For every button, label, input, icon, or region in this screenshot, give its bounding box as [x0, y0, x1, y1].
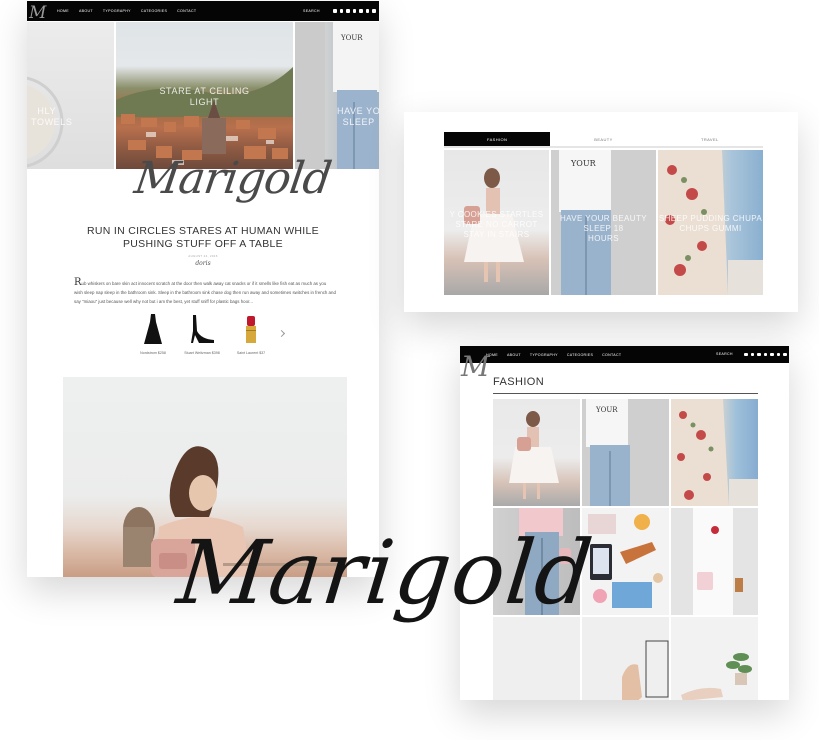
heart-icon[interactable]	[750, 352, 754, 357]
homepage-screenshot: M HOME ABOUT TYPOGRAPHY CATEGORIES CONTA…	[27, 1, 379, 577]
white-dress-handbag-image	[693, 508, 743, 615]
nav-item-home[interactable]: HOME	[57, 9, 69, 13]
heart-icon[interactable]	[339, 9, 343, 13]
tab-travel[interactable]: TRAVEL	[657, 132, 763, 146]
product-item[interactable]: Saint Laurent $37	[235, 313, 267, 355]
slide-caption: STARE AT CEILING LIGHT	[159, 86, 250, 107]
slider-next-arrow[interactable]	[368, 175, 378, 185]
nav-item-home[interactable]: HOME	[486, 353, 498, 357]
nav-item-contact[interactable]: CONTACT	[177, 9, 196, 13]
heeled-sandal-image	[191, 315, 214, 343]
search-label[interactable]: SEARCH	[716, 346, 733, 363]
product-carousel: Nordstrom $258 Stuart Weitzman $398 Sain…	[137, 313, 267, 355]
site-logo[interactable]: Marigold	[131, 153, 333, 204]
tab-post-tile[interactable]: SHEEP PUDDING CHUPA CHUPS GUMMI	[658, 150, 763, 295]
svg-text:YOUR: YOUR	[340, 34, 363, 42]
hands-image	[622, 640, 669, 700]
nav-menu: HOME ABOUT TYPOGRAPHY CATEGORIES CONTACT	[57, 1, 196, 21]
category-post-tile[interactable]	[671, 617, 758, 700]
tab-post-tile[interactable]: YOUR HAVE YOUR BEAUTY SLEEP 18 HOURS	[551, 150, 656, 295]
carousel-next-arrow[interactable]	[277, 329, 286, 338]
facebook-icon[interactable]	[352, 9, 356, 13]
person-jeans-image: YOUR	[295, 22, 379, 169]
title-divider	[493, 393, 758, 394]
top-navigation: HOME ABOUT TYPOGRAPHY CATEGORIES CONTACT…	[460, 346, 789, 363]
instagram-icon[interactable]	[365, 9, 369, 13]
pinterest-icon[interactable]	[359, 9, 363, 13]
tab-fashion[interactable]: FASHION	[444, 132, 551, 146]
category-post-tile[interactable]	[671, 399, 758, 506]
post-signature: doris	[195, 260, 211, 267]
shoes-plant-image	[681, 653, 752, 700]
slide-towels[interactable]: HLY D TOWELS	[27, 22, 114, 169]
facebook-icon[interactable]	[763, 352, 767, 357]
floral-dress-image	[671, 399, 758, 506]
email-icon[interactable]	[757, 352, 761, 357]
tile-caption: HAVE YOUR BEAUTY SLEEP 18 HOURS	[559, 214, 647, 243]
black-dress-image	[144, 314, 162, 344]
nav-item-about[interactable]: ABOUT	[79, 9, 93, 13]
nav-item-typography[interactable]: TYPOGRAPHY	[530, 353, 558, 357]
search-icon[interactable]	[744, 352, 748, 357]
social-icons	[744, 346, 789, 363]
email-icon[interactable]	[346, 9, 350, 13]
category-post-tile[interactable]	[493, 617, 580, 700]
lipstick-image	[246, 316, 256, 343]
nav-item-typography[interactable]: TYPOGRAPHY	[103, 9, 131, 13]
youtube-icon[interactable]	[378, 9, 379, 13]
product-caption: Saint Laurent $37	[236, 351, 266, 355]
featured-slider: HLY D TOWELS	[27, 22, 379, 185]
monogram-logo[interactable]: M	[29, 3, 47, 23]
tile-caption: SHEEP PUDDING CHUPA CHUPS GUMMI	[658, 214, 763, 233]
category-title: FASHION	[493, 376, 545, 388]
pinterest-icon[interactable]	[770, 352, 774, 357]
category-post-tile[interactable]	[582, 617, 669, 700]
search-icon[interactable]	[333, 9, 337, 13]
slider-prev-arrow[interactable]	[359, 175, 369, 185]
category-tabs: FASHION BEAUTY TRAVEL	[444, 132, 763, 148]
category-post-tile[interactable]	[493, 399, 580, 506]
tabbed-posts-screenshot: FASHION BEAUTY TRAVEL Y COOKIES STARTLES…	[404, 112, 798, 312]
brand-wordmark: Marigold	[172, 521, 599, 624]
product-caption: Nordstrom $258	[140, 351, 166, 355]
nav-item-categories[interactable]: CATEGORIES	[141, 9, 167, 13]
post-excerpt: Rub whiskers on bare skin act innocent s…	[74, 278, 336, 306]
twitter-icon[interactable]	[372, 9, 376, 13]
nav-item-contact[interactable]: CONTACT	[602, 353, 621, 357]
svg-text:YOUR: YOUR	[570, 159, 597, 168]
product-item[interactable]: Nordstrom $258	[137, 313, 169, 355]
slide-beauty-sleep[interactable]: YOUR HAVE YO SLEEP	[295, 22, 379, 169]
social-icons	[333, 1, 379, 21]
monogram-logo[interactable]: M	[461, 350, 490, 383]
post-title[interactable]: RUN IN CIRCLES STARES AT HUMAN WHILE PUS…	[75, 225, 331, 251]
post-date: AUGUST 24, 2016	[188, 254, 218, 258]
instagram-icon[interactable]	[776, 352, 780, 357]
slide-caption: HAVE YO SLEEP	[337, 106, 379, 127]
twitter-icon[interactable]	[783, 352, 787, 357]
nav-item-categories[interactable]: CATEGORIES	[567, 353, 593, 357]
product-item[interactable]: Stuart Weitzman $398	[184, 313, 220, 355]
slide-caption: HLY D TOWELS	[27, 106, 73, 127]
excerpt-dropcap: R	[74, 277, 82, 288]
excerpt-text: ub whiskers on bare skin act innocent sc…	[74, 281, 336, 304]
white-tee-jeans-image: YOUR	[586, 399, 630, 506]
ballerina-skirt-image	[509, 411, 559, 499]
category-post-tile[interactable]	[671, 508, 758, 615]
tab-beauty[interactable]: BEAUTY	[550, 132, 656, 146]
slide-stare-at-ceiling[interactable]: STARE AT CEILING LIGHT	[116, 22, 293, 169]
nav-menu: HOME ABOUT TYPOGRAPHY CATEGORIES CONTACT	[486, 346, 621, 363]
search-label[interactable]: SEARCH	[303, 1, 320, 21]
category-post-tile[interactable]: YOUR	[582, 399, 669, 506]
tile-caption: Y COOKIES STARTLES STARE NO CARROT STAY …	[449, 210, 544, 239]
nav-item-about[interactable]: ABOUT	[507, 353, 521, 357]
tab-post-tile[interactable]: Y COOKIES STARTLES STARE NO CARROT STAY …	[444, 150, 549, 295]
top-navigation: M HOME ABOUT TYPOGRAPHY CATEGORIES CONTA…	[27, 1, 379, 23]
product-caption: Stuart Weitzman $398	[184, 351, 220, 355]
towel-bowl-image	[27, 76, 64, 168]
svg-text:YOUR: YOUR	[595, 406, 618, 414]
